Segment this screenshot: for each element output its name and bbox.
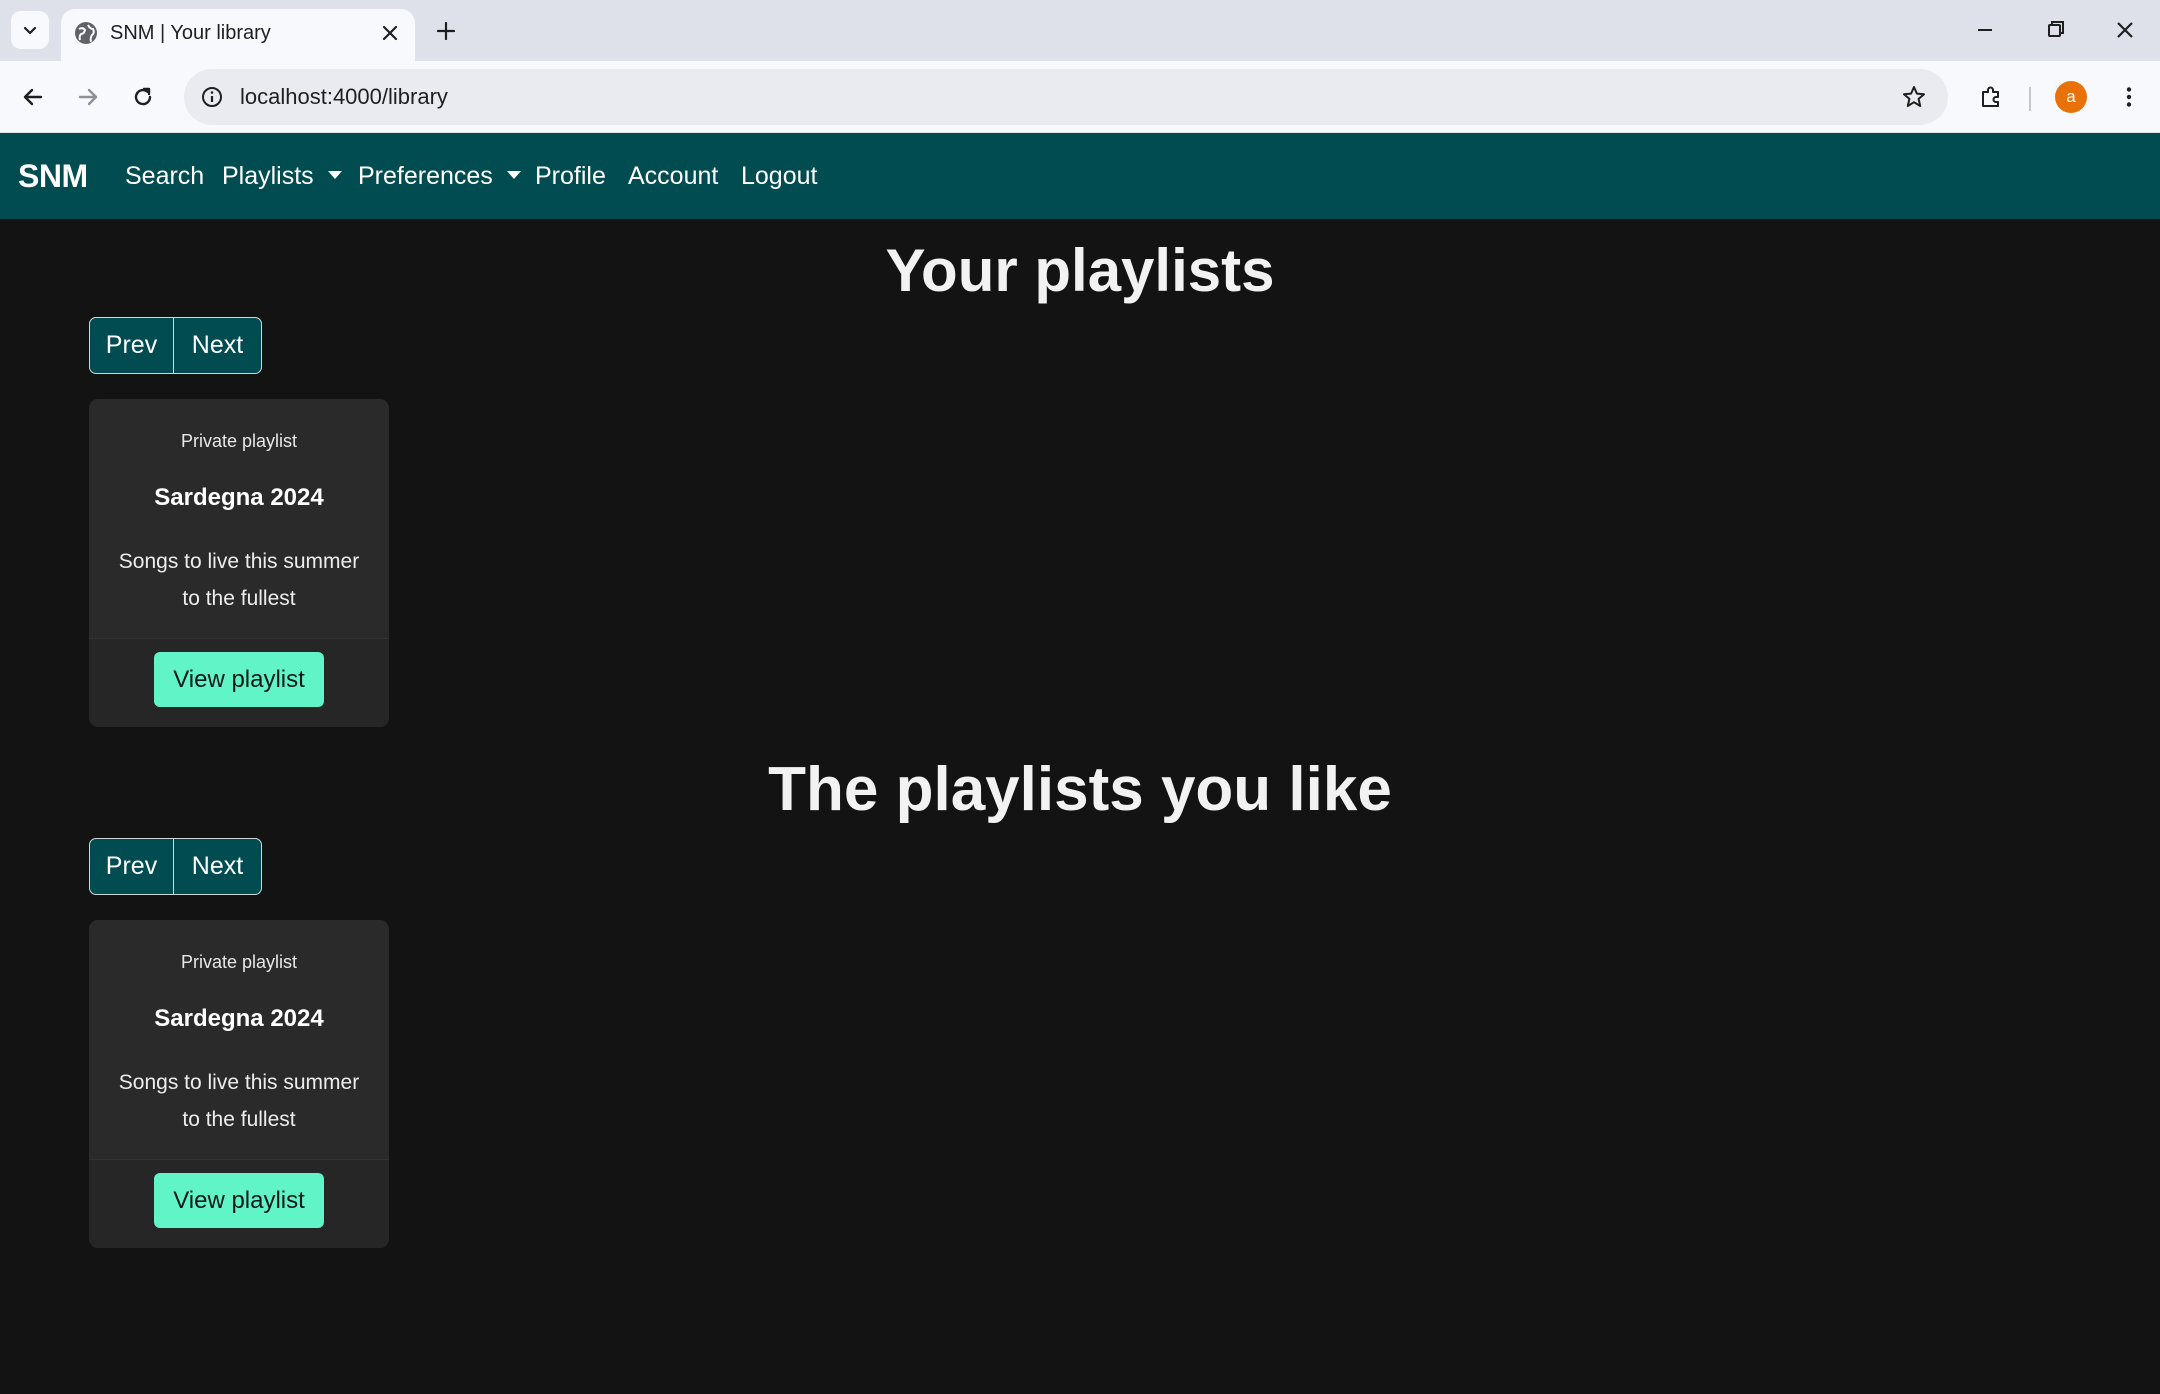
bookmark-button[interactable] [1898, 81, 1930, 113]
back-button[interactable] [14, 78, 52, 116]
playlist-name: Sardegna 2024 [154, 484, 324, 511]
playlist-name: Sardegna 2024 [154, 1005, 324, 1032]
view-playlist-button[interactable]: View playlist [154, 1173, 324, 1228]
next-button[interactable]: Next [174, 318, 261, 373]
browser-window: SNM | Your library localhost:4000/librar… [0, 0, 2160, 1394]
card-footer: View playlist [89, 1159, 389, 1248]
playlist-description: Songs to live this summer to the fullest [118, 550, 360, 610]
forward-arrow-icon [78, 88, 98, 106]
playlist-card: Private playlist Sardegna 2024 Songs to … [89, 399, 389, 727]
tab-strip: SNM | Your library [0, 0, 2160, 61]
site-info-icon [202, 87, 222, 107]
next-button[interactable]: Next [174, 839, 261, 894]
extensions-icon [1982, 86, 1999, 107]
globe-icon [75, 22, 97, 44]
extensions-button[interactable] [1972, 78, 2010, 116]
nav-preferences-label: Preferences [358, 162, 493, 190]
playlist-visibility: Private playlist [180, 952, 298, 972]
nav-logout[interactable]: Logout [741, 159, 817, 193]
playlist-description: Songs to live this summer to the fullest [118, 1071, 360, 1131]
nav-search[interactable]: Search [125, 159, 204, 193]
forward-button[interactable] [69, 78, 107, 116]
chevron-down-icon [23, 26, 37, 35]
liked-playlists-pager: Prev Next [89, 838, 262, 895]
active-tab[interactable]: SNM | Your library [61, 9, 415, 61]
tab-search-button[interactable] [11, 11, 49, 49]
your-playlists-heading: Your playlists [885, 237, 1275, 304]
profile-avatar[interactable]: a [2055, 81, 2087, 113]
playlist-card: Private playlist Sardegna 2024 Songs to … [89, 920, 389, 1248]
close-window-icon[interactable] [2105, 12, 2145, 48]
browser-toolbar: localhost:4000/library a [0, 61, 2160, 133]
toolbar-separator [2029, 87, 2031, 111]
brand-logo[interactable]: SNM [18, 157, 88, 195]
view-playlist-button[interactable]: View playlist [154, 652, 324, 707]
kebab-menu-icon [2126, 87, 2132, 107]
url-text[interactable]: localhost:4000/library [240, 84, 448, 110]
your-playlists-pager: Prev Next [89, 317, 262, 374]
star-icon [1903, 86, 1925, 107]
reload-icon [134, 87, 152, 106]
site-navbar: SNM Search Playlists Preferences Profile… [0, 133, 2160, 219]
tab-title: SNM | Your library [110, 22, 271, 44]
playlist-visibility: Private playlist [180, 431, 298, 451]
nav-playlists-dropdown[interactable]: Playlists [222, 159, 342, 193]
nav-profile[interactable]: Profile [535, 159, 606, 193]
liked-playlists-heading: The playlists you like [768, 755, 1392, 824]
nav-preferences-dropdown[interactable]: Preferences [358, 159, 521, 193]
site-info-button[interactable] [196, 81, 228, 113]
card-footer: View playlist [89, 638, 389, 727]
prev-button[interactable]: Prev [90, 839, 174, 894]
address-bar[interactable]: localhost:4000/library [184, 69, 1948, 125]
plus-icon[interactable] [429, 14, 463, 48]
reload-button[interactable] [124, 78, 162, 116]
browser-menu-button[interactable] [2110, 78, 2148, 116]
caret-down-icon [327, 171, 342, 179]
back-arrow-icon [23, 88, 43, 106]
nav-account[interactable]: Account [628, 159, 718, 193]
prev-button[interactable]: Prev [90, 318, 174, 373]
minimize-icon[interactable] [1965, 12, 2005, 48]
restore-icon[interactable] [2035, 12, 2075, 48]
close-icon[interactable] [379, 22, 401, 44]
caret-down-icon [506, 171, 521, 179]
nav-playlists-label: Playlists [222, 162, 314, 190]
